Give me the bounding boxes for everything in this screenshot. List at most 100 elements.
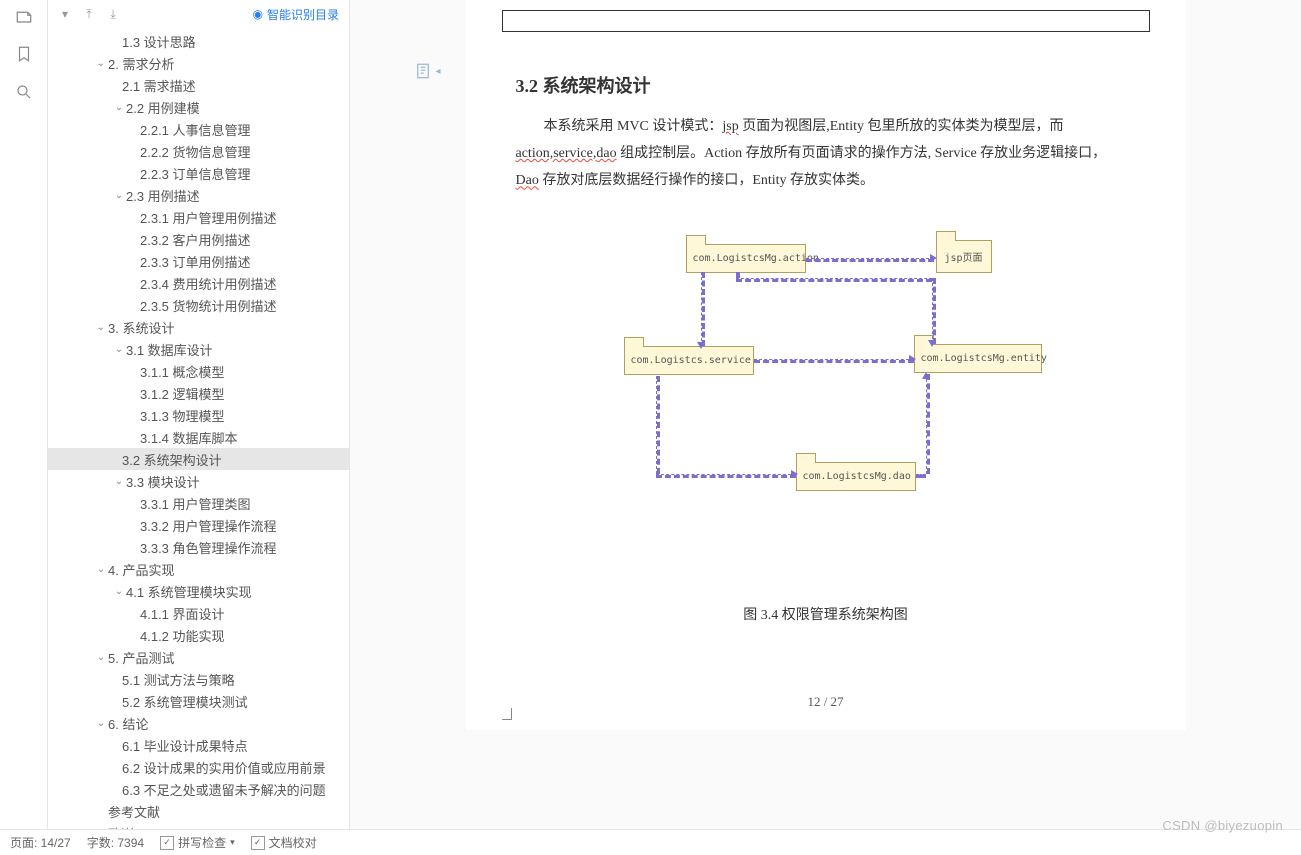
status-spellcheck[interactable]: ✓ 拼写检查 ▾ xyxy=(160,834,235,851)
outline-item[interactable]: 2.2.1 人事信息管理 xyxy=(48,118,349,140)
status-bar: 页面: 14/27 字数: 7394 ✓ 拼写检查 ▾ ✓ 文档校对 xyxy=(0,829,1301,855)
chevron-down-icon[interactable]: ⌄ xyxy=(94,718,108,729)
outline-item-label: 3.1.1 概念模型 xyxy=(140,362,225,381)
smart-outline-label: 智能识别目录 xyxy=(267,6,339,23)
file-icon[interactable] xyxy=(14,6,34,26)
outline-item[interactable]: ⌄4. 产品实现 xyxy=(48,558,349,580)
collapse-icon[interactable]: ▾ xyxy=(58,7,72,21)
outline-item[interactable]: ⌄4.1 系统管理模块实现 xyxy=(48,580,349,602)
body-paragraph: 本系统采用 MVC 设计模式：jsp 页面为视图层,Entity 包里所放的实体… xyxy=(516,114,1136,139)
chevron-down-icon[interactable]: ⌄ xyxy=(94,564,108,575)
status-word-count[interactable]: 字数: 7394 xyxy=(87,834,144,851)
outline-item[interactable]: 6.3 不足之处或遗留未予解决的问题 xyxy=(48,778,349,800)
outline-item[interactable]: 2.3.4 费用统计用例描述 xyxy=(48,272,349,294)
outline-item-label: 参考文献 xyxy=(108,802,160,821)
section-title: 3.2 系统架构设计 xyxy=(516,72,1186,98)
outline-item[interactable]: 3.2 系统架构设计 xyxy=(48,448,349,470)
outline-item-label: 5. 产品测试 xyxy=(108,648,174,667)
outline-item-label: 4. 产品实现 xyxy=(108,560,174,579)
chevron-down-icon[interactable]: ⌄ xyxy=(112,190,126,201)
outline-item-label: 4.1.2 功能实现 xyxy=(140,626,225,645)
outline-item[interactable]: 6.1 毕业设计成果特点 xyxy=(48,734,349,756)
outline-item[interactable]: 3.3.3 角色管理操作流程 xyxy=(48,536,349,558)
outline-item[interactable]: ⌄3.1 数据库设计 xyxy=(48,338,349,360)
outline-item[interactable]: 2.3.5 货物统计用例描述 xyxy=(48,294,349,316)
chevron-down-icon[interactable]: ⌄ xyxy=(112,344,126,355)
outline-item-label: 3.1 数据库设计 xyxy=(126,340,213,359)
watermark: CSDN @biyezuopin xyxy=(1162,818,1283,833)
outline-item[interactable]: 2.3.3 订单用例描述 xyxy=(48,250,349,272)
outline-item-label: 2.3.2 客户用例描述 xyxy=(140,230,251,249)
outline-item-label: 2.3 用例描述 xyxy=(126,186,200,205)
pkg-entity: com.LogistcsMg.entity xyxy=(914,344,1042,373)
outline-item[interactable]: 5.1 测试方法与策略 xyxy=(48,668,349,690)
expand-down-icon[interactable]: ⤓ xyxy=(106,7,120,21)
outline-item[interactable]: 2.3.1 用户管理用例描述 xyxy=(48,206,349,228)
outline-item[interactable]: ⌄3.3 模块设计 xyxy=(48,470,349,492)
outline-item-label: 3.3.1 用户管理类图 xyxy=(140,494,251,513)
outline-item[interactable]: ⌄3. 系统设计 xyxy=(48,316,349,338)
bookmark-icon[interactable] xyxy=(14,44,34,64)
page-mark-icon[interactable]: ◂ xyxy=(414,62,432,83)
outline-item[interactable]: ⌄2.2 用例建模 xyxy=(48,96,349,118)
outline-item[interactable]: 3.1.4 数据库脚本 xyxy=(48,426,349,448)
pkg-action: com.LogistcsMg.action xyxy=(686,244,806,273)
outline-item[interactable]: 参考文献 xyxy=(48,800,349,822)
document-viewport[interactable]: ◂ 3.2 系统架构设计 本系统采用 MVC 设计模式：jsp 页面为视图层,E… xyxy=(350,0,1301,855)
figure-caption: 图 3.4 权限管理系统架构图 xyxy=(466,604,1186,624)
outline-item[interactable]: 3.3.2 用户管理操作流程 xyxy=(48,514,349,536)
icon-rail xyxy=(0,0,48,855)
outline-item[interactable]: 5.2 系统管理模块测试 xyxy=(48,690,349,712)
chevron-down-icon[interactable]: ⌄ xyxy=(94,652,108,663)
outline-item[interactable]: 3.1.3 物理模型 xyxy=(48,404,349,426)
outline-item-label: 3.3.3 角色管理操作流程 xyxy=(140,538,277,557)
outline-item-label: 6.3 不足之处或遗留未予解决的问题 xyxy=(122,780,326,799)
chevron-down-icon[interactable]: ⌄ xyxy=(112,586,126,597)
expand-up-icon[interactable]: ⤒ xyxy=(82,7,96,21)
outline-item-label: 2.3.4 费用统计用例描述 xyxy=(140,274,277,293)
outline-item-label: 2. 需求分析 xyxy=(108,54,174,73)
outline-item[interactable]: ⌄2. 需求分析 xyxy=(48,52,349,74)
check-icon: ✓ xyxy=(160,836,174,850)
outline-item[interactable]: 3.1.2 逻辑模型 xyxy=(48,382,349,404)
outline-item[interactable]: ⌄2.3 用例描述 xyxy=(48,184,349,206)
outline-item[interactable]: 2.3.2 客户用例描述 xyxy=(48,228,349,250)
outline-item[interactable]: 3.1.1 概念模型 xyxy=(48,360,349,382)
chevron-down-icon[interactable]: ⌄ xyxy=(94,58,108,69)
outline-item[interactable]: 2.2.2 货物信息管理 xyxy=(48,140,349,162)
outline-item-label: 5.1 测试方法与策略 xyxy=(122,670,235,689)
outline-item-label: 2.2.1 人事信息管理 xyxy=(140,120,251,139)
search-icon[interactable] xyxy=(14,82,34,102)
outline-list[interactable]: 1.3 设计思路⌄2. 需求分析2.1 需求描述⌄2.2 用例建模2.2.1 人… xyxy=(48,28,349,855)
outline-item[interactable]: 6.2 设计成果的实用价值或应用前景 xyxy=(48,756,349,778)
chevron-down-icon[interactable]: ⌄ xyxy=(112,102,126,113)
pkg-jsp: jsp页面 xyxy=(936,240,992,273)
outline-item-label: 5.2 系统管理模块测试 xyxy=(122,692,248,711)
outline-item[interactable]: 4.1.2 功能实现 xyxy=(48,624,349,646)
chevron-down-icon[interactable]: ⌄ xyxy=(112,476,126,487)
outline-item[interactable]: 3.3.1 用户管理类图 xyxy=(48,492,349,514)
table-outline-box xyxy=(502,10,1150,32)
outline-item[interactable]: 1.3 设计思路 xyxy=(48,30,349,52)
status-page[interactable]: 页面: 14/27 xyxy=(10,834,71,851)
outline-item[interactable]: ⌄5. 产品测试 xyxy=(48,646,349,668)
chip-icon: ◉ xyxy=(253,7,263,21)
outline-item-label: 2.2 用例建模 xyxy=(126,98,200,117)
document-page: ◂ 3.2 系统架构设计 本系统采用 MVC 设计模式：jsp 页面为视图层,E… xyxy=(466,0,1186,730)
outline-item-label: 2.2.3 订单信息管理 xyxy=(140,164,251,183)
sidebar-toolbar: ▾ ⤒ ⤓ ◉ 智能识别目录 xyxy=(48,0,349,28)
body-paragraph: action,service,dao 组成控制层。Action 存放所有页面请求… xyxy=(516,141,1136,166)
outline-item-label: 2.3.5 货物统计用例描述 xyxy=(140,296,277,315)
smart-outline-button[interactable]: ◉ 智能识别目录 xyxy=(253,6,340,23)
outline-item-label: 6.1 毕业设计成果特点 xyxy=(122,736,248,755)
chevron-down-icon[interactable]: ⌄ xyxy=(94,322,108,333)
outline-item-label: 4.1.1 界面设计 xyxy=(140,604,225,623)
status-proofread[interactable]: ✓ 文档校对 xyxy=(251,834,317,851)
outline-item[interactable]: ⌄6. 结论 xyxy=(48,712,349,734)
outline-item-label: 3.3 模块设计 xyxy=(126,472,200,491)
outline-item[interactable]: 2.2.3 订单信息管理 xyxy=(48,162,349,184)
outline-item[interactable]: 2.1 需求描述 xyxy=(48,74,349,96)
outline-item-label: 3.2 系统架构设计 xyxy=(122,450,222,469)
outline-item-label: 2.2.2 货物信息管理 xyxy=(140,142,251,161)
outline-item[interactable]: 4.1.1 界面设计 xyxy=(48,602,349,624)
